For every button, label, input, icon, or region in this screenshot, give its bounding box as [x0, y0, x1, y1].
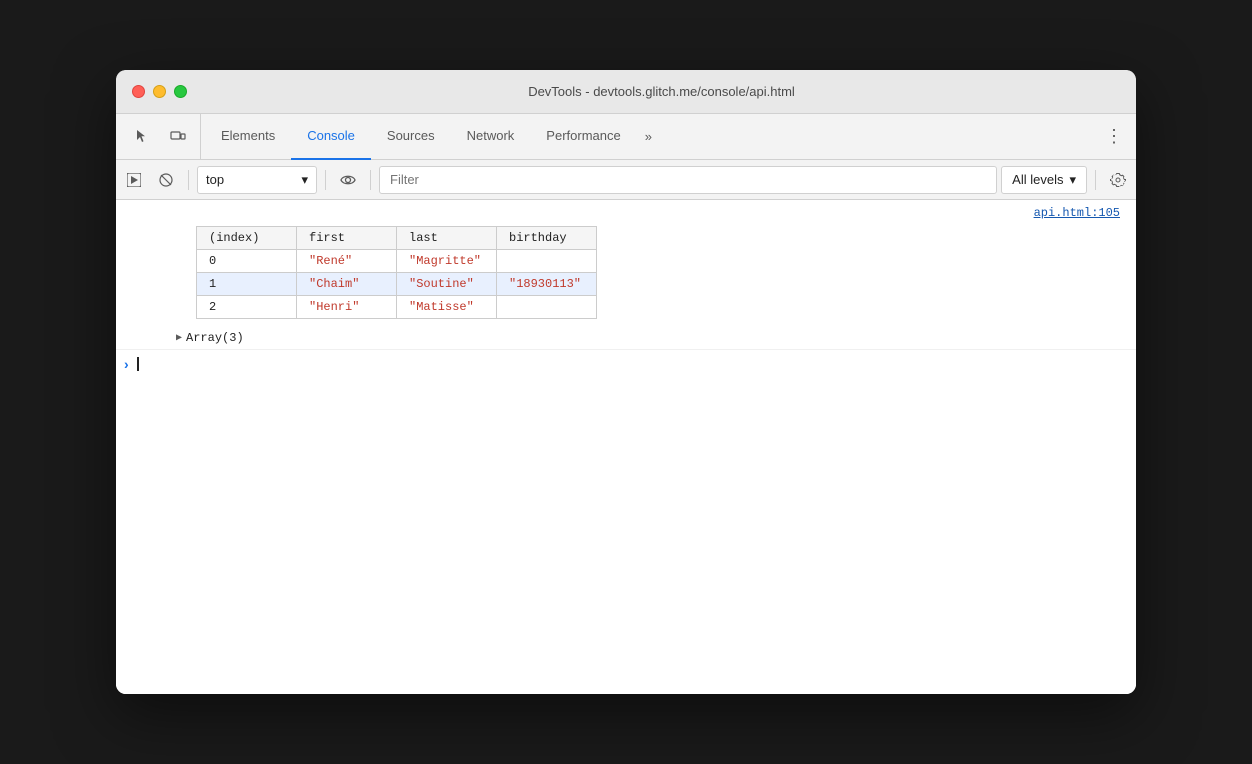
table-row: 0 "René" "Magritte" [197, 250, 597, 273]
cell-last: "Soutine" [397, 273, 497, 296]
filter-input[interactable] [379, 166, 997, 194]
cell-last: "Magritte" [397, 250, 497, 273]
array-toggle[interactable]: ▶ Array(3) [116, 327, 1136, 349]
col-last-header: last [397, 227, 497, 250]
console-table-wrapper: (index) first last birthday 0 "René" "Ma… [116, 222, 1136, 327]
toolbar-divider-4 [1095, 170, 1096, 190]
table-row: 2 "Henri" "Matisse" [197, 296, 597, 319]
traffic-lights [132, 85, 187, 98]
tab-network[interactable]: Network [451, 114, 531, 160]
device-icon[interactable] [164, 123, 192, 151]
console-input-row: › [116, 349, 1136, 378]
tab-sources[interactable]: Sources [371, 114, 451, 160]
more-tabs-button[interactable]: » [637, 129, 660, 144]
console-table: (index) first last birthday 0 "René" "Ma… [196, 226, 597, 319]
col-index-header: (index) [197, 227, 297, 250]
log-levels-button[interactable]: All levels ▾ [1001, 166, 1087, 194]
cell-index: 0 [197, 250, 297, 273]
titlebar: DevTools - devtools.glitch.me/console/ap… [116, 70, 1136, 114]
cell-birthday [497, 250, 597, 273]
tab-console[interactable]: Console [291, 114, 371, 160]
devtools-window: DevTools - devtools.glitch.me/console/ap… [116, 70, 1136, 694]
console-cursor [137, 357, 139, 371]
tab-elements[interactable]: Elements [205, 114, 291, 160]
toolbar-divider-2 [325, 170, 326, 190]
cell-index: 1 [197, 273, 297, 296]
cell-birthday [497, 296, 597, 319]
window-title: DevTools - devtools.glitch.me/console/ap… [203, 84, 1120, 99]
console-prompt-icon: › [124, 356, 129, 372]
expand-arrow-icon: ▶ [176, 332, 182, 344]
array-label: Array(3) [186, 331, 244, 345]
inspect-icon[interactable] [128, 123, 156, 151]
cell-last: "Matisse" [397, 296, 497, 319]
console-content: api.html:105 (index) first last birthday [116, 200, 1136, 694]
minimize-button[interactable] [153, 85, 166, 98]
devtools-panel: Elements Console Sources Network Perform… [116, 114, 1136, 694]
devtools-menu-button[interactable]: ⋮ [1100, 123, 1128, 151]
settings-button[interactable] [1104, 166, 1132, 194]
col-birthday-header: birthday [497, 227, 597, 250]
maximize-button[interactable] [174, 85, 187, 98]
cell-index: 2 [197, 296, 297, 319]
cell-first: "René" [297, 250, 397, 273]
col-first-header: first [297, 227, 397, 250]
cell-first: "Chaim" [297, 273, 397, 296]
cell-birthday: "18930113" [497, 273, 597, 296]
table-row: 1 "Chaim" "Soutine" "18930113" [197, 273, 597, 296]
console-toolbar: top ▾ All levels ▾ [116, 160, 1136, 200]
close-button[interactable] [132, 85, 145, 98]
toolbar-divider-3 [370, 170, 371, 190]
source-link[interactable]: api.html:105 [116, 204, 1136, 222]
context-selector[interactable]: top ▾ [197, 166, 317, 194]
tab-performance[interactable]: Performance [530, 114, 636, 160]
cell-first: "Henri" [297, 296, 397, 319]
run-snippet-button[interactable] [120, 166, 148, 194]
toolbar-divider-1 [188, 170, 189, 190]
tab-icon-group [120, 114, 201, 159]
tabs-bar: Elements Console Sources Network Perform… [116, 114, 1136, 160]
live-expressions-button[interactable] [334, 166, 362, 194]
clear-console-button[interactable] [152, 166, 180, 194]
